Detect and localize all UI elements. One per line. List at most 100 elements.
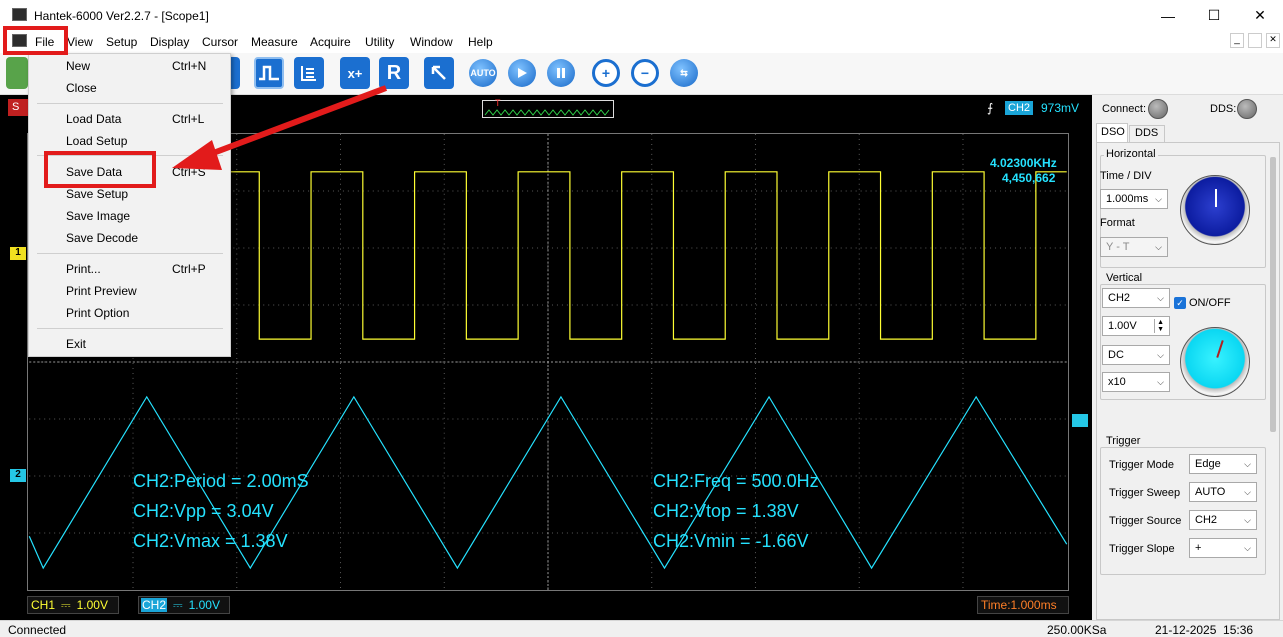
trigger-channel-badge: CH2 [1005,101,1034,115]
pause-icon[interactable] [547,59,575,87]
child-close-button[interactable]: ✕ [1266,33,1280,48]
knob-pointer-icon [1215,189,1217,207]
trigger-sweep-select[interactable]: AUTO ⌵ [1189,482,1257,502]
shortcut-new: Ctrl+N [172,59,207,73]
trigger-title: Trigger [1104,435,1143,447]
ch1-marker[interactable]: 1 [10,247,26,260]
trigger-mode-select[interactable]: Edge ⌵ [1189,454,1257,474]
format-select: Y - T ⌵ [1100,237,1168,257]
time-div-select[interactable]: 1.000ms ⌵ [1100,189,1168,209]
menu-setup[interactable]: Setup [106,35,137,49]
time-div-value: 1.000ms [1106,193,1149,205]
cursor-pointer-icon[interactable] [424,57,454,89]
dds-led-icon [1237,99,1257,119]
menu-help[interactable]: Help [468,35,493,49]
menu-cursor[interactable]: Cursor [202,35,238,49]
menu-item-print[interactable]: Print... [66,262,101,276]
time-div-knob[interactable] [1180,175,1250,245]
menu-view[interactable]: View [67,35,93,49]
volts-value: 1.00V [1108,320,1137,332]
format-label: Format [1100,217,1135,229]
menu-item-new[interactable]: New [66,59,90,73]
chevron-down-icon: ⌵ [1244,486,1251,497]
maximize-button[interactable]: ☐ [1191,0,1237,31]
menu-acquire[interactable]: Acquire [310,35,351,49]
menu-window[interactable]: Window [410,35,453,49]
probe-select[interactable]: x10 ⌵ [1102,372,1170,392]
tab-dso[interactable]: DSO [1096,123,1128,142]
ch1-scale: 1.00V [76,598,108,612]
menu-measure[interactable]: Measure [251,35,298,49]
menu-item-close[interactable]: Close [66,81,97,95]
ch1-label: CH1 [31,598,56,612]
time-div-label: Time / DIV [1100,170,1152,182]
file-menu-highlight [3,26,68,55]
menu-item-print-option[interactable]: Print Option [66,306,129,320]
measurement-vmax: CH2:Vmax = 1.38V [133,531,288,551]
ch2-scale: 1.00V [188,598,220,612]
app-icon [12,8,27,21]
open-icon[interactable] [6,57,28,89]
panel-scrollbar[interactable] [1270,157,1276,432]
menu-item-save-image[interactable]: Save Image [66,209,130,223]
chevron-down-icon: ⌵ [1244,458,1251,469]
child-minimize-button[interactable]: _ [1230,33,1244,48]
window-title: Hantek-6000 Ver2.2.7 - [Scope1] [34,9,209,23]
ch2-marker[interactable]: 2 [10,469,26,482]
coupling-select[interactable]: DC ⌵ [1102,345,1170,365]
ch2-scale-box[interactable]: CH2 ⎓ 1.00V [138,596,230,614]
zoom-in-icon[interactable]: + [592,59,620,87]
ch1-scale-box[interactable]: CH1 ⎓ 1.00V [27,596,119,614]
count-readout: 4,450,662 [1002,171,1056,185]
frequency-readout: 4.02300KHz [990,156,1057,170]
trigger-slope-value: + [1195,542,1202,554]
trigger-edge-icon: ⨍ [987,101,994,115]
onoff-checkbox[interactable]: ✓ [1174,297,1186,309]
run-icon[interactable] [508,59,536,87]
chevron-down-icon: ⌵ [1244,514,1251,525]
child-restore-button[interactable] [1248,33,1262,48]
menu-utility[interactable]: Utility [365,35,394,49]
minimize-button[interactable]: — [1145,0,1191,31]
trigger-slope-label: Trigger Slope [1109,543,1175,555]
trigger-source-select[interactable]: CH2 ⌵ [1189,510,1257,530]
ch2-label: CH2 [141,598,168,612]
measurement-freq: CH2:Freq = 500.0Hz [653,471,819,491]
trigger-position-marker: T [495,98,501,108]
menu-display[interactable]: Display [150,35,189,49]
vertical-channel-select[interactable]: CH2 ⌵ [1102,288,1170,308]
menu-item-exit[interactable]: Exit [66,337,86,351]
auto-icon[interactable]: AUTO [469,59,497,87]
tab-dds[interactable]: DDS [1129,125,1165,142]
ch2-trigger-level-marker[interactable] [1072,414,1088,427]
volts-spinbox[interactable]: 1.00V ▲ ▼ [1102,316,1170,336]
measurement-period: CH2:Period = 2.00mS [133,471,309,491]
menu-item-print-preview[interactable]: Print Preview [66,284,137,298]
chevron-down-icon: ⌵ [1157,292,1164,303]
spin-arrows-icon[interactable]: ▲ ▼ [1154,319,1164,333]
menu-bar: File View Setup Display Cursor Measure A… [0,31,1283,53]
menu-item-save-decode[interactable]: Save Decode [66,231,138,245]
menu-item-load-data[interactable]: Load Data [66,112,121,126]
close-button[interactable]: ✕ [1237,0,1283,31]
connect-led-icon [1148,99,1168,119]
menu-item-save-setup[interactable]: Save Setup [66,187,128,201]
menu-item-load-setup[interactable]: Load Setup [66,134,127,148]
status-bar: Connected 250.00KSa 21-12-2025 15:36 [0,620,1283,637]
volts-div-knob[interactable] [1180,327,1250,397]
status-indicator: S [8,99,28,116]
zoom-fit-icon[interactable]: ⇆ [670,59,698,87]
ch1-coupling-icon: ⎓ [61,597,71,612]
timebase-readout: Time:1.000ms [977,596,1069,614]
timebase-position-bar[interactable]: T [482,98,614,118]
title-bar: Hantek-6000 Ver2.2.7 - [Scope1] — ☐ ✕ [0,0,1283,31]
menu-separator [37,253,223,254]
trigger-slope-select[interactable]: + ⌵ [1189,538,1257,558]
format-value: Y - T [1106,241,1130,253]
trigger-level-readout: 973mV [1041,101,1080,115]
zoom-out-icon[interactable]: − [631,59,659,87]
trigger-sweep-label: Trigger Sweep [1109,487,1181,499]
onoff-label: ON/OFF [1189,297,1231,309]
measurement-vmin: CH2:Vmin = -1.66V [653,531,809,551]
menu-separator [37,328,223,329]
